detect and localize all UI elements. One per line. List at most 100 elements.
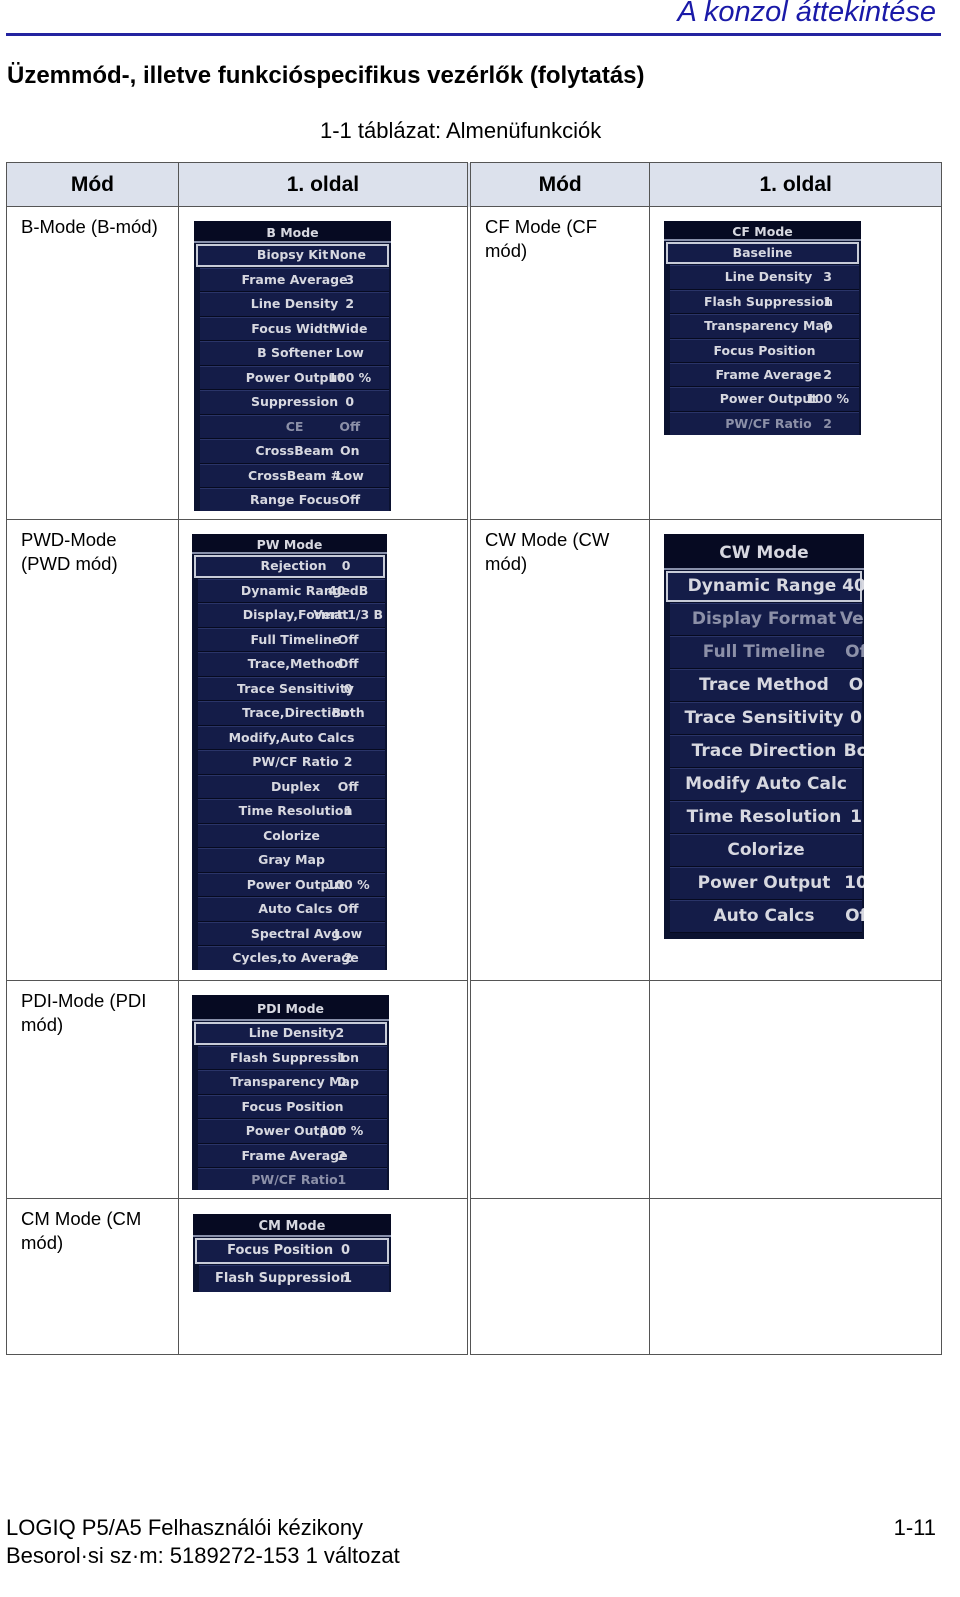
menu-item-label: Colorize [727, 840, 805, 860]
menu-item-label: Frame Average [241, 271, 348, 287]
menu-item: Transparency Map 0 [198, 1070, 387, 1095]
section-title: Üzemmód-, illetve funkcióspecifikus vezé… [7, 62, 645, 89]
footer-title: LOGIQ P5/A5 Felhasználói kézikony [6, 1515, 364, 1540]
menu-item-value: 3 [823, 269, 832, 285]
mode-name: PWD-Mode (PWD mód) [6, 519, 179, 981]
menu-item: Focus Position 0 [195, 1238, 389, 1264]
table-header-row: Mód 1. oldal Mód 1. oldal [6, 162, 942, 207]
menu-item: Range Focus Off [200, 488, 389, 511]
menu-item-label: Transparency Map [704, 318, 833, 334]
menu-item-label: Time Resolution [238, 803, 353, 818]
menu-item-label: Focus Position [241, 1098, 344, 1114]
menu-item-label: CrossBeam # [247, 467, 342, 483]
page-number: 1-11 [893, 1515, 936, 1540]
menu-item: PW/CF Ratio 2 [670, 411, 859, 435]
menu-item-value: 2 [337, 1147, 347, 1163]
menu-item: Focus Position [198, 1094, 387, 1119]
mode-name: CW Mode (CW mód) [467, 519, 651, 981]
menu-item-value: Off [337, 656, 359, 671]
menu-item-value: 1 [343, 803, 353, 818]
menu-item: CrossBeam # Low [200, 463, 389, 488]
menu-item-value: 2 [343, 754, 353, 769]
menu-item-value: Low [335, 345, 364, 360]
menu-item-label: CE [285, 418, 304, 434]
menu-item: Trace Sensitivity 0 [198, 676, 385, 701]
menu-item-value: 2 [823, 366, 832, 382]
menu-item: Trace Sensitivity 0 [670, 702, 862, 735]
mode-name: B-Mode (B-mód) [6, 206, 179, 520]
menu-item-value: 100 % [806, 391, 850, 407]
menu-item: Trace,Direction Both [198, 701, 385, 726]
menu-item-label: Flash Suppression [703, 293, 834, 309]
cf-mode-menu-image: CF Mode Baseline Line Density 3 Flash Suppre… [664, 221, 861, 435]
menu-item-label: Trace Sensitivity [237, 680, 354, 696]
menu-item-value: Both [331, 705, 365, 720]
menu-item-value: Low [335, 467, 364, 483]
menu-item-value: 100 % [326, 876, 370, 892]
menu-item-label: Power Output [697, 873, 831, 893]
menu-item-value: Off [339, 418, 361, 434]
menu-item-label: Focus Position [227, 1243, 334, 1258]
mode-name: CF Mode (CF mód) [467, 206, 651, 520]
menu-item: Trace Direction Bo [670, 735, 864, 768]
menu-item-value: 40 [842, 576, 864, 596]
table-caption: 1-1 táblázat: Almenüfunkciók [320, 118, 602, 143]
menu-item-value: Of [845, 642, 864, 662]
header-page1: 1. oldal [649, 162, 942, 207]
menu-item: Power Output 100 % [670, 387, 859, 412]
menu-item-label: Auto Calcs [258, 901, 333, 916]
menu-item-label: Power Output [719, 391, 818, 407]
menu-item-value: 2 [345, 296, 355, 311]
menu-item-value: Off [337, 631, 359, 647]
table-row: PDI-Mode (PDI mód) [6, 980, 942, 1199]
menu-item: Line Density 3 [670, 265, 859, 290]
menu-item-value: 1 [823, 293, 832, 309]
header-page1: 1. oldal [177, 162, 470, 207]
menu-item-value: 0 [850, 708, 862, 728]
menu-item: Focus Position [670, 338, 859, 363]
menu-item-value: 0 [337, 1074, 347, 1089]
menu-item-value: On [339, 443, 360, 458]
menu-item: Line Density 2 [200, 292, 389, 317]
menu-item-value: 0 [341, 558, 351, 573]
menu-item: Gray Map [198, 848, 385, 873]
menu-item: Display,Format Vert 1/3 B [198, 603, 385, 628]
menu-item-value: None [329, 247, 366, 262]
menu-item-value: 0 [340, 1243, 351, 1258]
menu-item: Time Resolution 1 [198, 799, 385, 824]
menu-item-value: 10 [844, 873, 864, 893]
menu-item: Rejection 0 [194, 555, 385, 578]
menu-title: CW Mode [664, 534, 864, 570]
menu-item: Dynamic Range 40 dB [198, 578, 385, 603]
menu-item-label: Spectral Avg [250, 925, 341, 941]
menu-item-value: Bo [843, 741, 864, 761]
menu-item: Power Output 100 % [198, 1119, 387, 1144]
menu-item-label: Focus Position [713, 342, 816, 358]
menu-item-label: B Softener [257, 345, 332, 360]
menu-item: PW/CF Ratio 1 [198, 1168, 387, 1190]
menu-item-value: 3 [345, 271, 355, 287]
menu-item-value: Off [337, 901, 359, 916]
menu-item-label: Modify Auto Calc [685, 774, 847, 794]
menu-item-label: Frame Average [715, 366, 822, 382]
pdi-mode-menu-image: PDI Mode Line Density 2 Flash Suppression 1 T… [192, 995, 389, 1190]
menu-item-value: 100 % [320, 1123, 364, 1138]
menu-item-value: 0 [345, 394, 355, 409]
menu-item: CrossBeam On [200, 439, 389, 464]
menu-item: Dynamic Range 40 [666, 571, 864, 602]
menu-title: CM Mode [193, 1214, 391, 1237]
menu-item-label: Cycles,to Average [232, 950, 359, 965]
menu-item-label: Biopsy Kit [256, 247, 329, 262]
menu-item: Power Output 10 [670, 867, 864, 900]
menu-item-value: Wide [331, 320, 368, 336]
menu-item: Power Output 100 % [198, 872, 385, 897]
menu-item: Modify Auto Calc [670, 768, 862, 801]
menu-item: Trace,Method Off [198, 652, 385, 677]
menu-item-label: Rejection [260, 558, 327, 573]
menu-item: Frame Average 2 [670, 362, 859, 388]
menu-item-value: 1 [850, 807, 862, 827]
menu-item: Suppression 0 [200, 390, 389, 415]
menu-item: CE Off [200, 414, 389, 439]
menu-item: Time Resolution 1 [670, 801, 862, 834]
menu-item-label: Line Density [248, 1025, 337, 1040]
